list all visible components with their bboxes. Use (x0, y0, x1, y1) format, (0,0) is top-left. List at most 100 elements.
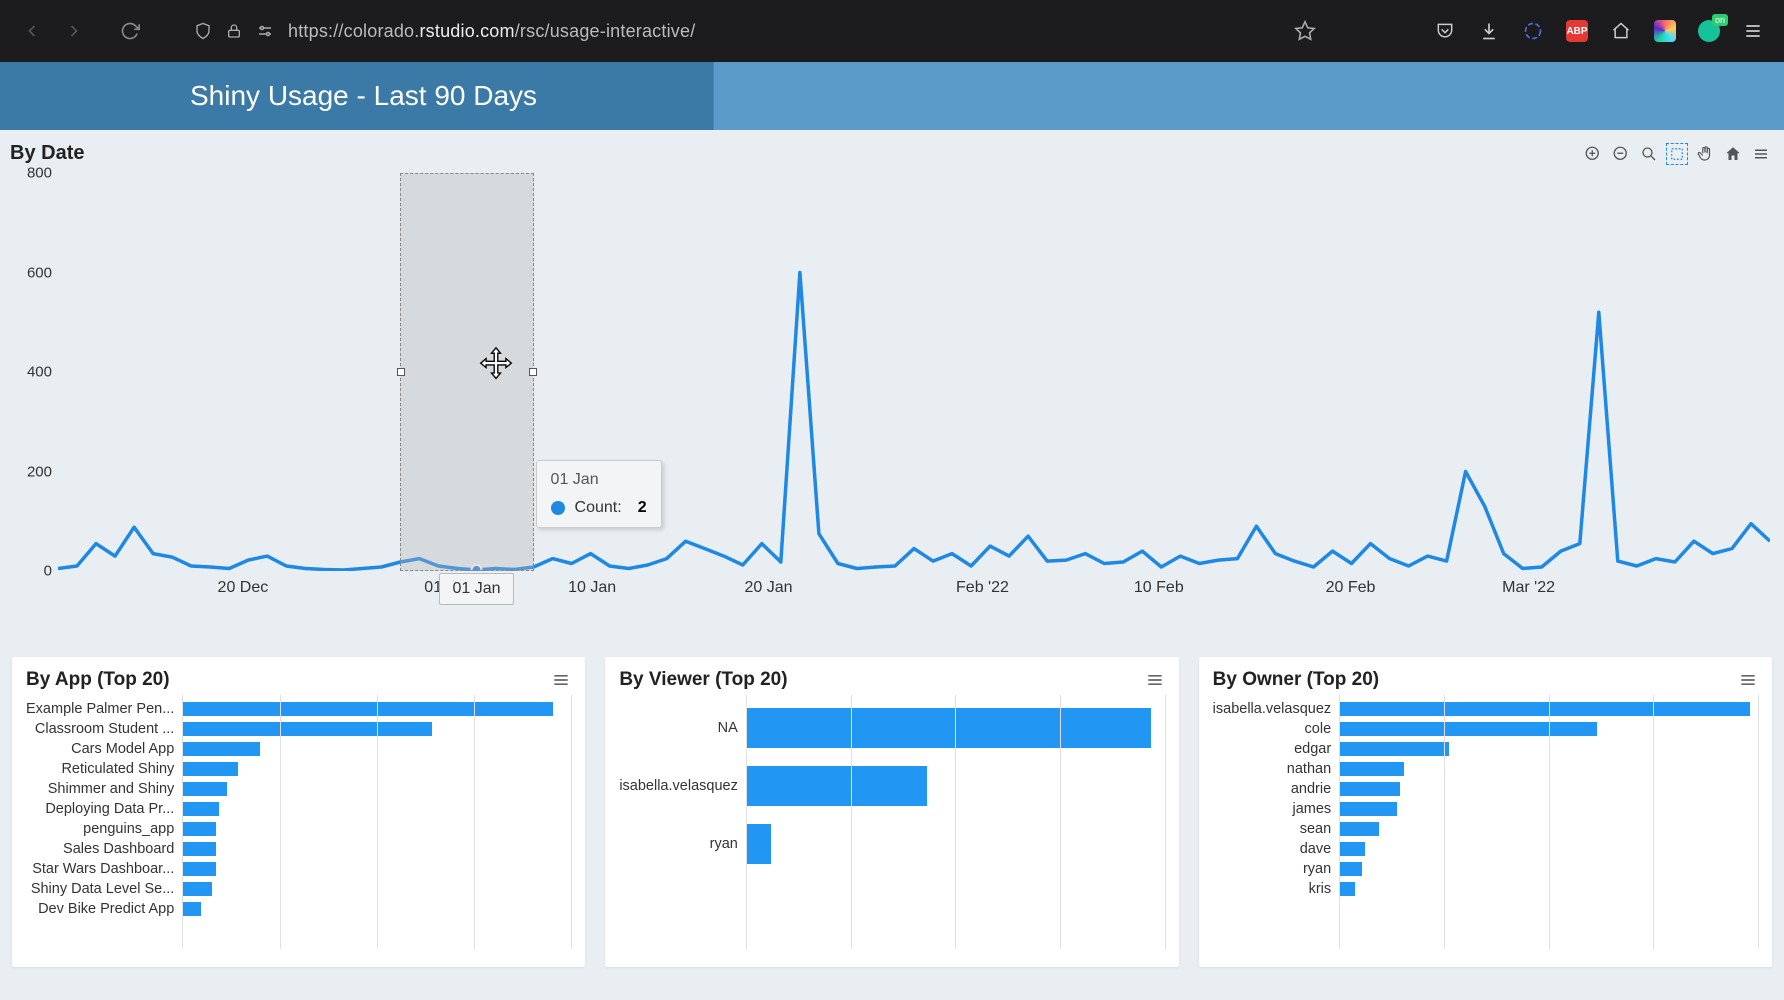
pocket-icon[interactable] (1434, 20, 1456, 42)
bar-label: sean (1213, 819, 1332, 839)
bar[interactable] (1339, 782, 1400, 796)
grammarly-extension-icon[interactable] (1698, 20, 1720, 42)
bar[interactable] (746, 766, 927, 807)
by-app-chart[interactable]: Example Palmer Pen...Classroom Student .… (26, 699, 571, 949)
bar[interactable] (182, 722, 432, 736)
browser-toolbar: https://colorado.rstudio.com/rsc/usage-i… (0, 0, 1784, 62)
bar[interactable] (1339, 742, 1449, 756)
bar-label: james (1213, 799, 1332, 819)
by-owner-panel: By Owner (Top 20) isabella.velasquezcole… (1199, 657, 1772, 967)
bar-label: Reticulated Shiny (26, 759, 174, 779)
downloads-icon[interactable] (1478, 20, 1500, 42)
page-content: Shiny Usage - Last 90 Days By Date 0 200 4… (0, 62, 1784, 1000)
plot-area[interactable]: 01 Jan Count: 2 (58, 173, 1770, 571)
bar-label: Dev Bike Predict App (26, 899, 174, 919)
shield-icon (194, 22, 212, 40)
x-tick: 20 Dec (218, 579, 269, 597)
bar[interactable] (182, 782, 226, 796)
back-button[interactable] (20, 19, 44, 43)
by-app-title: By App (Top 20) (26, 669, 170, 691)
selection-zoom-icon[interactable] (1638, 143, 1660, 165)
by-viewer-chart[interactable]: NAisabella.velasquezryan (619, 699, 1164, 949)
address-bar[interactable]: https://colorado.rstudio.com/rsc/usage-i… (180, 11, 1236, 51)
panel-menu-icon[interactable] (1738, 670, 1758, 690)
y-tick: 400 (27, 364, 52, 381)
bar[interactable] (182, 802, 219, 816)
bar[interactable] (182, 762, 238, 776)
by-owner-title: By Owner (Top 20) (1213, 669, 1379, 691)
bar-label: isabella.velasquez (619, 757, 738, 815)
bar-label: Classroom Student ... (26, 719, 174, 739)
menu-icon[interactable] (1742, 20, 1764, 42)
bar-label: penguins_app (26, 819, 174, 839)
adblock-icon[interactable]: ABP (1566, 20, 1588, 42)
bar[interactable] (1339, 842, 1365, 856)
by-date-title: By Date (10, 142, 84, 165)
url-text: https://colorado.rstudio.com/rsc/usage-i… (288, 21, 695, 42)
y-tick: 200 (27, 463, 52, 480)
bar-label: cole (1213, 719, 1332, 739)
bar[interactable] (182, 882, 212, 896)
by-date-chart[interactable]: 0200400600800 01 Jan Count: 2 (0, 169, 1784, 649)
selection-handle-right[interactable] (529, 368, 537, 376)
reset-home-icon[interactable] (1722, 143, 1744, 165)
reload-button[interactable] (118, 19, 142, 43)
tooltip-series-dot (551, 501, 565, 515)
pan-icon[interactable] (1694, 143, 1716, 165)
bar-label: edgar (1213, 739, 1332, 759)
bar-label: Star Wars Dashboar... (26, 859, 174, 879)
chart-toolbar (1582, 143, 1774, 165)
chart-menu-icon[interactable] (1750, 143, 1772, 165)
by-viewer-title: By Viewer (Top 20) (619, 669, 787, 691)
bar[interactable] (182, 742, 260, 756)
bar-label: Shimmer and Shiny (26, 779, 174, 799)
bar[interactable] (1339, 862, 1362, 876)
bar[interactable] (182, 862, 215, 876)
bar[interactable] (1339, 882, 1355, 896)
panel-menu-icon[interactable] (1145, 670, 1165, 690)
bar[interactable] (1339, 822, 1379, 836)
bar[interactable] (1339, 722, 1597, 736)
move-cursor-icon (478, 346, 514, 382)
slack-extension-icon[interactable] (1654, 20, 1676, 42)
bar[interactable] (746, 824, 771, 865)
bar[interactable] (1339, 702, 1750, 716)
panels-row: By App (Top 20) Example Palmer Pen...Cla… (0, 649, 1784, 967)
bar[interactable] (1339, 762, 1403, 776)
by-owner-chart[interactable]: isabella.velasquezcoleedgarnathanandriej… (1213, 699, 1758, 949)
panel-menu-icon[interactable] (551, 670, 571, 690)
page-title: Shiny Usage - Last 90 Days (190, 80, 537, 112)
y-tick: 600 (27, 264, 52, 281)
bar[interactable] (182, 702, 553, 716)
y-axis: 0200400600800 (14, 173, 58, 571)
bar[interactable] (182, 902, 201, 916)
bar-label: kris (1213, 879, 1332, 899)
bar-label: Example Palmer Pen... (26, 699, 174, 719)
bar-label: Cars Model App (26, 739, 174, 759)
x-tick: 10 Jan (568, 579, 616, 597)
zoom-in-icon[interactable] (1582, 143, 1604, 165)
firefox-extension-icon[interactable] (1522, 20, 1544, 42)
bar[interactable] (182, 822, 215, 836)
y-tick: 800 (27, 165, 52, 182)
bookmark-star-icon[interactable] (1294, 20, 1316, 42)
forward-button[interactable] (62, 19, 86, 43)
bar-label: andrie (1213, 779, 1332, 799)
bar[interactable] (1339, 802, 1397, 816)
y-tick: 0 (44, 563, 52, 580)
bar[interactable] (182, 842, 215, 856)
selection-handle-left[interactable] (397, 368, 405, 376)
hover-tooltip: 01 Jan Count: 2 (536, 460, 662, 528)
bar-label: Deploying Data Pr... (26, 799, 174, 819)
bar-label: nathan (1213, 759, 1332, 779)
home-icon[interactable] (1610, 20, 1632, 42)
box-select-icon[interactable] (1666, 143, 1688, 165)
permissions-icon[interactable] (256, 22, 274, 40)
x-tick: 10 Feb (1134, 579, 1184, 597)
bar[interactable] (746, 708, 1151, 749)
x-tick: 20 Feb (1326, 579, 1376, 597)
page-header: Shiny Usage - Last 90 Days (0, 62, 1784, 130)
bar-label: isabella.velasquez (1213, 699, 1332, 719)
lock-icon (226, 23, 242, 39)
zoom-out-icon[interactable] (1610, 143, 1632, 165)
